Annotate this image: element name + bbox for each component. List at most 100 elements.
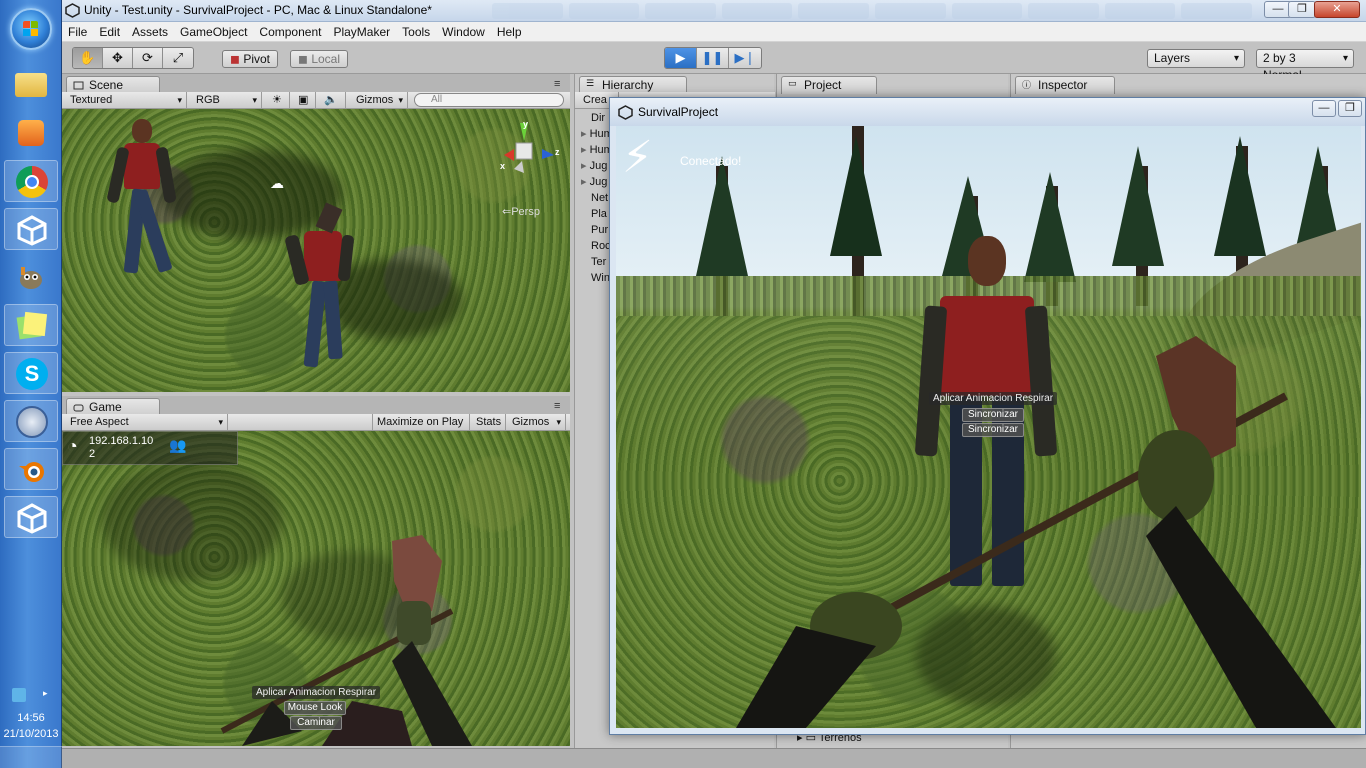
show-desktop-button[interactable] xyxy=(0,746,62,768)
chrome-icon xyxy=(16,166,48,198)
background-window-tabs xyxy=(492,3,1252,19)
move-tool-icon[interactable]: ✥ xyxy=(103,48,133,68)
pivot-label: Pivot xyxy=(243,52,270,66)
taskbar-file-explorer[interactable] xyxy=(4,64,58,106)
character-model[interactable] xyxy=(98,119,188,289)
taskbar-blender[interactable] xyxy=(4,448,58,490)
image-toggle-icon[interactable]: ▣ xyxy=(294,92,316,108)
tab-project-label: Project xyxy=(804,78,842,92)
tab-inspector[interactable]: ⓘ Inspector xyxy=(1015,76,1115,94)
start-button[interactable] xyxy=(10,8,52,50)
player-count: 2 xyxy=(89,448,96,460)
play-controls: ▶ ❚❚ ▶❘ xyxy=(664,47,762,69)
lighting-toggle-icon[interactable]: ☀ xyxy=(268,92,290,108)
audio-toggle-icon[interactable]: 🔈 xyxy=(320,92,346,108)
projection-label[interactable]: ⇐Persp xyxy=(502,205,540,218)
game-icon xyxy=(73,404,84,412)
taskbar-sticky-notes[interactable] xyxy=(4,304,58,346)
hud-sincronizar-button-2[interactable]: Sincronizar xyxy=(962,423,1024,437)
taskbar-media-player[interactable] xyxy=(4,112,58,154)
scale-tool-icon[interactable]: ⤢ xyxy=(163,48,193,68)
remote-desktop-icon xyxy=(16,406,48,438)
game-viewport[interactable]: ⚡ Conectado! Aplicar Animacion Respirar … xyxy=(616,126,1361,728)
layout-dropdown[interactable]: 2 by 3 Normal xyxy=(1256,49,1354,82)
menu-help[interactable]: Help xyxy=(491,22,528,39)
server-ip: 192.168.1.10 xyxy=(89,435,154,447)
players-icon: 👥 xyxy=(169,437,187,453)
pivot-toggle[interactable]: ◼ Pivot xyxy=(222,50,278,68)
maximize-on-play-toggle[interactable]: Maximize on Play xyxy=(372,414,470,430)
main-toolbar: ✋ ✥ ⟳ ⤢ ◼ Pivot ◼ Local ▶ ❚❚ ▶❘ Layers 2… xyxy=(62,42,1366,82)
axis-y-label: y xyxy=(523,119,529,129)
maximize-button[interactable]: ❐ xyxy=(1288,1,1316,18)
menu-assets[interactable]: Assets xyxy=(126,22,174,39)
color-mode-dropdown[interactable]: RGB xyxy=(192,92,262,108)
menu-file[interactable]: File xyxy=(62,22,93,39)
render-mode-dropdown[interactable]: Textured xyxy=(66,92,187,108)
survival-project-window: SurvivalProject — ❐ ⚡ Conectado! Aplicar… xyxy=(609,97,1366,735)
aspect-dropdown[interactable]: Free Aspect xyxy=(66,414,228,430)
menu-bar: File Edit Assets GameObject Component PlayMak… xyxy=(62,22,1366,42)
scene-gizmos-dropdown[interactable]: Gizmos xyxy=(352,92,408,108)
close-button[interactable]: ✕ xyxy=(1314,1,1360,18)
local-toggle[interactable]: ◼ Local xyxy=(290,50,348,68)
survival-window-title: SurvivalProject xyxy=(638,105,719,119)
tab-game-label: Game xyxy=(89,400,122,414)
survival-maximize-button[interactable]: ❐ xyxy=(1338,100,1362,117)
status-bar xyxy=(62,748,1366,768)
game-gizmos-dropdown[interactable]: Gizmos xyxy=(508,414,566,430)
menu-edit[interactable]: Edit xyxy=(93,22,126,39)
survival-minimize-button[interactable]: — xyxy=(1312,100,1336,117)
menu-playmaker[interactable]: PlayMaker xyxy=(327,22,396,39)
axe-weapon xyxy=(736,336,1336,728)
tray-expand-icon[interactable]: ▸ xyxy=(43,688,48,699)
game-view[interactable]: ◔ 192.168.1.10 2 👥 Aplicar Animacion Res… xyxy=(62,431,570,746)
hud-apply-animation-label: Aplicar Animacion Respirar xyxy=(929,392,1058,405)
taskbar-skype[interactable]: S xyxy=(4,352,58,394)
sticky-notes-icon xyxy=(16,310,48,342)
menu-gameobject[interactable]: GameObject xyxy=(174,22,253,39)
scene-panel: Scene ≡ Textured RGB ☀ ▣ 🔈 Gizmos All xyxy=(62,74,570,392)
menu-component[interactable]: Component xyxy=(253,22,327,39)
gimp-icon xyxy=(15,261,47,293)
transform-tools: ✋ ✥ ⟳ ⤢ xyxy=(72,47,194,69)
pause-icon[interactable]: ❚❚ xyxy=(697,48,729,68)
menu-tools[interactable]: Tools xyxy=(396,22,436,39)
taskbar-remote-desktop[interactable] xyxy=(4,400,58,442)
taskbar-unity-2[interactable] xyxy=(4,496,58,538)
stats-toggle[interactable]: Stats xyxy=(472,414,506,430)
taskbar-chrome[interactable] xyxy=(4,160,58,202)
scene-orientation-gizmo[interactable]: y z x xyxy=(492,119,562,189)
light-gizmo-icon[interactable]: ☁ xyxy=(270,175,284,192)
hierarchy-item-label: Jug xyxy=(589,176,608,188)
scene-toolbar: Textured RGB ☀ ▣ 🔈 Gizmos All xyxy=(62,92,570,109)
tab-project[interactable]: ▭ Project xyxy=(781,76,877,94)
unity-icon xyxy=(618,105,633,120)
panel-menu-icon[interactable]: ≡ xyxy=(554,400,560,412)
hud-caminar-button[interactable]: Caminar xyxy=(290,716,342,730)
folder-icon: ▭ xyxy=(788,78,797,88)
axis-gizmo-icon xyxy=(504,123,554,173)
connection-status: ⚡ Conectado! xyxy=(622,133,741,186)
unity-icon xyxy=(16,214,48,246)
hud-sincronizar-button[interactable]: Sincronizar xyxy=(962,408,1024,422)
hand-tool-icon[interactable]: ✋ xyxy=(73,48,103,68)
lightning-icon: ⚡ xyxy=(622,133,653,182)
menu-window[interactable]: Window xyxy=(436,22,491,39)
blender-icon xyxy=(16,454,48,486)
hud-mouse-look-button[interactable]: Mouse Look xyxy=(284,701,346,715)
rotate-tool-icon[interactable]: ⟳ xyxy=(133,48,163,68)
network-icon[interactable] xyxy=(12,688,26,702)
scene-search-input[interactable]: All xyxy=(414,93,564,107)
player-character-model[interactable] xyxy=(284,202,374,391)
layers-dropdown[interactable]: Layers xyxy=(1147,49,1245,68)
taskbar-gimp[interactable] xyxy=(4,256,58,298)
clock-date[interactable]: 21/10/2013 xyxy=(0,728,62,740)
axis-x-label: x xyxy=(500,161,506,171)
taskbar-unity[interactable] xyxy=(4,208,58,250)
clock-time[interactable]: 14:56 xyxy=(0,712,62,724)
panel-menu-icon[interactable]: ≡ xyxy=(554,78,560,90)
play-icon[interactable]: ▶ xyxy=(665,48,697,68)
step-icon[interactable]: ▶❘ xyxy=(729,48,761,68)
scene-view[interactable]: ☁ y z x ⇐Persp xyxy=(62,109,570,392)
